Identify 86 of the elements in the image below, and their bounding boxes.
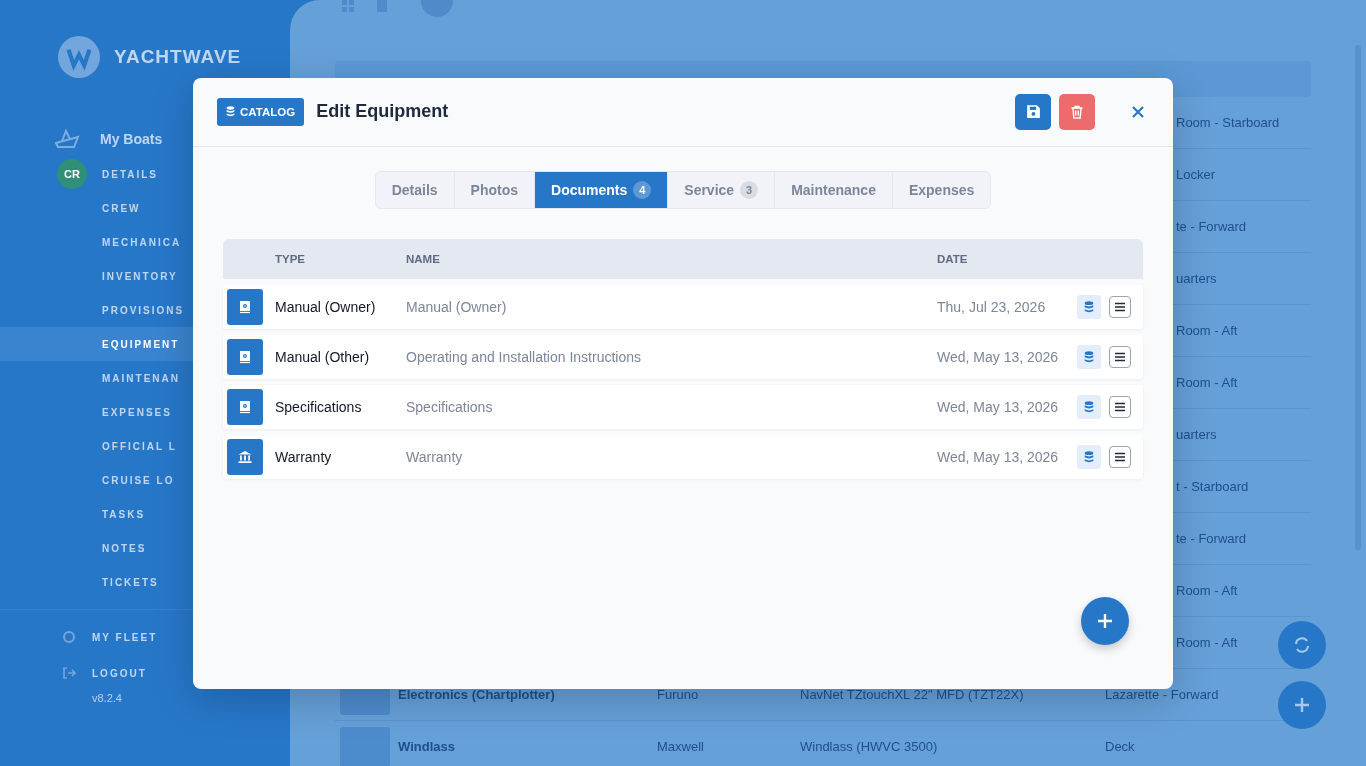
avatar: CR [57,159,87,189]
document-name: Specifications [406,398,494,415]
menu-icon [1114,351,1126,362]
save-button[interactable] [1015,93,1051,130]
database-button[interactable] [1077,444,1101,469]
column-header: TYPE [275,252,307,265]
document-name: Operating and Installation Instructions [406,348,643,365]
database-button[interactable] [1077,344,1101,369]
menu-icon [1114,451,1126,462]
location-text: Deck [1105,739,1135,754]
catalog-badge: CATALOG [217,97,305,126]
fleet-icon [62,630,76,644]
tab[interactable]: Maintenance [775,171,893,208]
location-text: Locker [1176,167,1216,182]
location-text: uarters [1176,427,1217,442]
location-text: Room - Aft [1176,583,1238,598]
sidebar-item[interactable]: CR DETAILS [0,157,290,191]
brand-text: Maxwell [657,739,705,754]
location-text: Room - Aft [1176,323,1238,338]
menu-button[interactable] [1109,295,1131,318]
database-icon [1084,300,1094,313]
count-badge: 3 [740,180,759,199]
logout-icon [62,666,76,680]
equipment-name: Windlass [397,739,456,754]
equipment-name: Electronics (Chartplotter) [397,687,556,702]
trash-icon [1069,103,1085,120]
tab[interactable]: Documents 4 [535,171,669,208]
document-date: Wed, May 13, 2026 [937,348,1060,365]
document-row[interactable]: Warranty Warranty Wed, May 13, 2026 [223,434,1143,479]
model-text: Windlass (HWVC 3500) [800,739,939,754]
tab[interactable]: Service 3 [668,171,776,208]
tab[interactable]: Expenses [892,171,991,208]
tab[interactable]: Details [375,171,455,208]
menu-icon [1114,301,1126,312]
document-date: Wed, May 13, 2026 [937,398,1060,415]
location-text: Room - Aft [1176,635,1238,650]
location-text: Room - Starboard [1176,115,1280,130]
menu-icon [1114,401,1126,412]
document-type: Specifications [275,398,363,415]
logo-icon [58,36,100,78]
location-text: Lazarette - Forward [1105,687,1219,702]
equipment-thumbnail [340,726,390,766]
column-header: DATE [937,252,968,265]
manual-icon [227,338,263,375]
database-icon [1084,450,1094,463]
model-text: NavNet TZtouchXL 22" MFD (TZT22X) [800,687,1025,702]
document-row[interactable]: Manual (Owner) Manual (Owner) Thu, Jul 23, 2026 [223,284,1143,329]
location-text: te - Forward [1176,219,1247,234]
count-badge: 4 [633,180,652,199]
location-text: t - Starboard [1176,479,1249,494]
add-document-button[interactable] [1081,596,1129,645]
brand-name: YACHTWAVE [114,46,242,68]
document-type: Manual (Owner) [275,298,377,315]
database-button[interactable] [1077,394,1101,419]
logout-link[interactable]: LOGOUT [92,667,147,679]
location-text: uarters [1176,271,1217,286]
database-icon [1084,400,1094,413]
save-icon [1024,103,1042,120]
close-icon [1131,104,1145,119]
menu-button[interactable] [1109,395,1131,418]
manual-icon [227,288,263,325]
delete-button[interactable] [1059,93,1095,130]
document-row[interactable]: Manual (Other) Operating and Installation Instructions Wed, May 13, 2026 [223,334,1143,379]
database-button[interactable] [1077,294,1101,319]
menu-button[interactable] [1109,445,1131,468]
my-fleet-link[interactable]: MY FLEET [92,631,158,643]
document-date: Wed, May 13, 2026 [937,448,1060,465]
version-text: v8.2.4 [91,692,123,704]
my-boats-link[interactable]: My Boats [100,131,163,147]
document-name: Manual (Owner) [406,298,508,315]
menu-button[interactable] [1109,345,1131,368]
document-row[interactable]: Specifications Specifications Wed, May 13, 2026 [223,384,1143,429]
location-text: te - Forward [1176,531,1247,546]
document-type: Warranty [275,448,333,465]
brand-text: Furuno [657,687,700,702]
manual-icon [227,388,263,425]
bank-icon [227,438,263,475]
document-date: Thu, Jul 23, 2026 [937,298,1047,315]
location-text: Room - Aft [1176,375,1238,390]
boat-icon [54,127,80,151]
database-icon [1084,350,1094,363]
plus-icon [1292,695,1312,715]
document-name: Warranty [406,448,464,465]
column-header: NAME [406,252,441,265]
refresh-icon [1292,635,1312,655]
dialog-title: Edit Equipment [316,101,450,122]
